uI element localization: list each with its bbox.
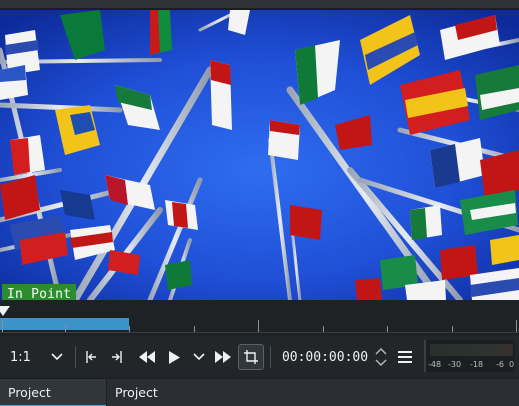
toolbar-separator: [270, 346, 271, 368]
toolbar-separator: [75, 346, 76, 368]
video-preview[interactable]: [0, 10, 519, 300]
meter-scale-label: 0: [509, 360, 515, 369]
set-zone-out-icon[interactable]: [108, 344, 126, 370]
chevron-down-icon[interactable]: [48, 344, 66, 370]
set-zone-in-icon[interactable]: [82, 344, 100, 370]
ruler-tick: [516, 320, 517, 332]
meter-scale: -48 -30 -18 -6 0: [426, 360, 517, 370]
meter-bar: [430, 344, 513, 356]
ruler-tick: [194, 326, 195, 332]
monitor-title-strip: [0, 0, 519, 10]
zoom-level-label[interactable]: 1:1: [10, 344, 40, 370]
play-options-chevron-down-icon[interactable]: [190, 344, 208, 370]
fast-forward-icon[interactable]: [212, 344, 234, 370]
ruler-tick: [387, 326, 388, 332]
ruler-tick: [452, 326, 453, 332]
tab-project-monitor[interactable]: Project Monitor: [0, 379, 106, 406]
flags-frame-image: [0, 10, 519, 300]
timecode-field[interactable]: 00:00:00:00: [278, 344, 372, 370]
meter-scale-label: -18: [470, 360, 484, 369]
dock-tab-bar: Project Monitor Project Notes: [0, 378, 519, 406]
rewind-icon[interactable]: [136, 344, 158, 370]
ruler-tick: [65, 326, 66, 332]
tab-project-notes[interactable]: Project Notes: [106, 379, 202, 406]
meter-scale-label: -30: [448, 360, 462, 369]
ruler-tick: [323, 326, 324, 332]
hamburger-menu-icon[interactable]: [396, 344, 414, 370]
spin-arrows-icon[interactable]: [374, 344, 388, 370]
monitor-ruler[interactable]: [0, 300, 519, 336]
ruler-tick: [258, 320, 259, 332]
playhead-marker[interactable]: [0, 306, 10, 316]
play-icon[interactable]: [164, 344, 184, 370]
meter-scale-label: -48: [428, 360, 442, 369]
ruler-baseline: [0, 332, 519, 333]
audio-level-meter: -48 -30 -18 -6 0: [424, 340, 515, 372]
ruler-tick: [2, 320, 3, 332]
ruler-tick: [129, 326, 130, 332]
meter-scale-label: -6: [496, 360, 504, 369]
crop-icon[interactable]: [238, 344, 264, 370]
